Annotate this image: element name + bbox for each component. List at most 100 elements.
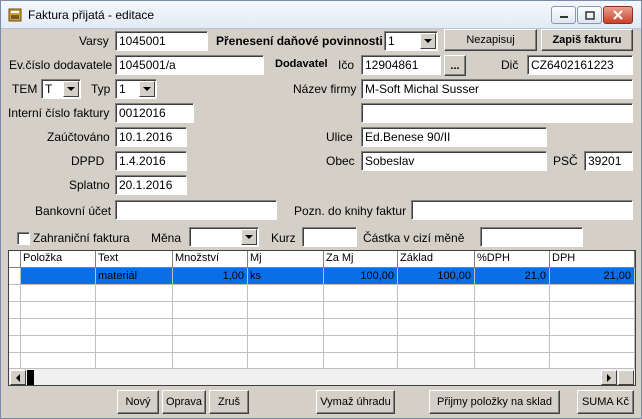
obec-input[interactable]: Sobeslav bbox=[361, 151, 547, 171]
table-cell[interactable] bbox=[550, 285, 635, 302]
chevron-down-icon[interactable] bbox=[63, 81, 79, 97]
table-cell[interactable]: ks bbox=[248, 268, 324, 285]
table-cell[interactable] bbox=[475, 285, 550, 302]
chevron-down-icon[interactable] bbox=[241, 229, 257, 245]
ulice-input[interactable]: Ed.Benese 90/II bbox=[361, 127, 547, 147]
dppd-input[interactable]: 1.4.2016 bbox=[115, 151, 187, 171]
table-cell[interactable] bbox=[550, 302, 635, 319]
table-cell[interactable] bbox=[475, 302, 550, 319]
scroll-thumb[interactable] bbox=[27, 370, 34, 385]
table-cell[interactable] bbox=[550, 336, 635, 353]
table-row-empty[interactable] bbox=[9, 336, 635, 353]
chevron-down-icon[interactable] bbox=[139, 81, 155, 97]
table-cell[interactable] bbox=[21, 336, 96, 353]
table-cell[interactable] bbox=[9, 336, 21, 353]
table-cell[interactable] bbox=[248, 302, 324, 319]
tem-select[interactable]: T bbox=[41, 79, 81, 99]
table-cell[interactable] bbox=[324, 319, 398, 336]
mena-select[interactable] bbox=[189, 227, 259, 247]
ico-lookup-button[interactable]: ... bbox=[444, 55, 466, 76]
table-cell[interactable]: 1,00 bbox=[173, 268, 248, 285]
splatno-input[interactable]: 20.1.2016 bbox=[115, 175, 187, 195]
maximize-button[interactable] bbox=[577, 6, 602, 24]
vymaz-uhradu-button[interactable]: Vymaž úhradu bbox=[316, 390, 395, 414]
column-header[interactable]: Za Mj bbox=[324, 251, 398, 268]
table-cell[interactable] bbox=[9, 319, 21, 336]
pozn-input[interactable] bbox=[411, 200, 633, 220]
table-cell[interactable] bbox=[324, 285, 398, 302]
column-header[interactable]: Základ bbox=[398, 251, 475, 268]
table-row-empty[interactable] bbox=[9, 319, 635, 336]
zahranicni-checkbox[interactable] bbox=[17, 232, 30, 245]
kurz-input[interactable] bbox=[302, 227, 357, 247]
typ-select[interactable]: 1 bbox=[115, 79, 157, 99]
column-header[interactable]: Text bbox=[96, 251, 173, 268]
dic-input[interactable]: CZ6402161223 bbox=[527, 55, 633, 75]
minimize-button[interactable] bbox=[551, 6, 576, 24]
nezapisuj-button[interactable]: Nezapisuj bbox=[444, 29, 537, 51]
ico-input[interactable]: 12904861 bbox=[361, 55, 441, 75]
bankovni-input[interactable] bbox=[115, 200, 277, 220]
table-cell[interactable] bbox=[21, 285, 96, 302]
novy-button[interactable]: Nový bbox=[117, 390, 159, 414]
table-cell[interactable] bbox=[248, 285, 324, 302]
table-row[interactable]: materiál 1,00 ks 100,00 100,00 21,0 21,0… bbox=[9, 268, 635, 285]
column-header[interactable]: Položka bbox=[21, 251, 96, 268]
table-row-empty[interactable] bbox=[9, 285, 635, 302]
castka-input[interactable] bbox=[480, 227, 583, 247]
prijmy-polozky-button[interactable]: Přijmy položky na sklad bbox=[429, 390, 560, 414]
table-cell[interactable] bbox=[475, 336, 550, 353]
horizontal-scrollbar[interactable] bbox=[9, 368, 635, 385]
close-button[interactable] bbox=[603, 6, 633, 24]
nazev-input[interactable]: M-Soft Michal Susser bbox=[361, 79, 633, 99]
table-cell[interactable] bbox=[398, 302, 475, 319]
table-cell[interactable] bbox=[398, 319, 475, 336]
table-cell[interactable] bbox=[324, 302, 398, 319]
scroll-left-button[interactable] bbox=[10, 370, 26, 385]
varsy-input[interactable]: 1045001 bbox=[115, 31, 208, 51]
table-cell[interactable] bbox=[9, 285, 21, 302]
evcislo-input[interactable]: 1045001/a bbox=[115, 55, 264, 75]
table-cell[interactable] bbox=[324, 336, 398, 353]
nazev2-input[interactable] bbox=[361, 103, 633, 123]
table-cell[interactable] bbox=[173, 319, 248, 336]
table-cell[interactable] bbox=[248, 336, 324, 353]
table-cell[interactable] bbox=[21, 268, 96, 285]
column-header[interactable]: %DPH bbox=[475, 251, 550, 268]
scroll-end-button[interactable] bbox=[618, 370, 634, 385]
chevron-down-icon[interactable] bbox=[420, 33, 436, 49]
zrus-button[interactable]: Zruš bbox=[209, 390, 249, 414]
interni-input[interactable]: 0012016 bbox=[115, 103, 194, 123]
table-cell[interactable] bbox=[398, 336, 475, 353]
title-bar[interactable]: Faktura přijatá - editace bbox=[1, 1, 641, 29]
table-cell[interactable]: 21,0 bbox=[475, 268, 550, 285]
psc-input[interactable]: 39201 bbox=[584, 151, 633, 171]
table-cell[interactable] bbox=[96, 319, 173, 336]
zapis-fakturu-button[interactable]: Zapiš fakturu bbox=[541, 29, 633, 51]
table-cell[interactable] bbox=[173, 285, 248, 302]
invoice-items-grid[interactable]: Položka Text Množství Mj Za Mj Základ %D… bbox=[8, 250, 636, 386]
table-row-empty[interactable] bbox=[9, 302, 635, 319]
table-cell[interactable]: 21,00 bbox=[550, 268, 635, 285]
table-cell[interactable] bbox=[96, 336, 173, 353]
column-header[interactable]: Množství bbox=[173, 251, 248, 268]
column-header[interactable]: Mj bbox=[248, 251, 324, 268]
table-cell[interactable] bbox=[21, 319, 96, 336]
table-cell[interactable] bbox=[173, 336, 248, 353]
table-cell[interactable] bbox=[475, 319, 550, 336]
prenos-select[interactable]: 1 bbox=[384, 31, 438, 51]
table-cell[interactable] bbox=[96, 285, 173, 302]
table-cell[interactable] bbox=[550, 319, 635, 336]
table-cell[interactable]: 100,00 bbox=[324, 268, 398, 285]
oprava-button[interactable]: Oprava bbox=[162, 390, 206, 414]
table-cell[interactable] bbox=[21, 302, 96, 319]
table-cell[interactable] bbox=[9, 302, 21, 319]
table-cell[interactable] bbox=[173, 302, 248, 319]
table-cell[interactable] bbox=[248, 319, 324, 336]
zauctovano-input[interactable]: 10.1.2016 bbox=[115, 127, 187, 147]
table-cell[interactable] bbox=[96, 302, 173, 319]
suma-button[interactable]: SUMA Kč bbox=[577, 390, 634, 414]
table-cell[interactable]: 100,00 bbox=[398, 268, 475, 285]
scroll-right-button[interactable] bbox=[601, 370, 617, 385]
table-cell[interactable]: materiál bbox=[96, 268, 173, 285]
